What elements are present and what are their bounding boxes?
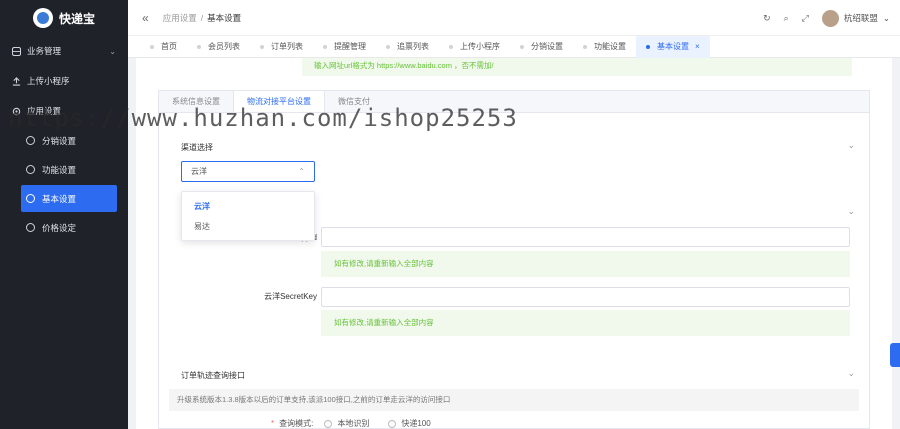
tab-tracking[interactable]: 追票列表	[376, 36, 439, 58]
search-icon[interactable]: ⌕	[784, 13, 789, 24]
chevron-down-icon[interactable]: ⌄	[847, 206, 855, 217]
chevron-down-icon: ⌄	[882, 12, 890, 23]
user-menu[interactable]: 杭绍联盟 ⌄	[821, 9, 890, 27]
radio-local-label[interactable]: 本地识别	[337, 418, 369, 429]
secretkey-hint: 如有修改,请重新输入全部内容	[321, 310, 850, 336]
appid-input[interactable]	[321, 227, 850, 247]
channel-option-yida[interactable]: 易达	[182, 217, 314, 237]
tab-reminders[interactable]: 提醒管理	[313, 36, 376, 58]
circle-gear-icon	[26, 223, 35, 232]
tab-wechat-pay[interactable]: 微信支付	[325, 91, 383, 112]
sidebar-item-label: 应用设置	[27, 106, 62, 116]
close-icon[interactable]: ×	[695, 42, 700, 51]
circle-gear-icon	[26, 136, 35, 145]
logo-icon	[33, 8, 53, 28]
page-tabs: 首页 会员列表 订单列表 提醒管理 追票列表 上传小程序 分销设置 功能设置 基…	[128, 35, 900, 58]
app-name: 快递宝	[59, 11, 96, 26]
sidebar-item-business[interactable]: 业务管理 ⌄	[0, 36, 128, 66]
secretkey-input[interactable]	[321, 287, 850, 307]
sidebar-item-upload[interactable]: 上传小程序	[0, 66, 128, 96]
fullscreen-icon[interactable]: ⤢	[802, 13, 809, 24]
tab-logistics-platform[interactable]: 物流对接平台设置	[233, 91, 325, 112]
query-tip: 升级系统版本1.3.8版本以后的订单支持,该派100接口,之前的订单走云洋的访问…	[169, 389, 859, 411]
channel-section-title: 渠道选择	[181, 143, 213, 152]
tab-distribution[interactable]: 分销设置	[510, 36, 573, 58]
query-mode-row: * 查询模式: 本地识别 快递100	[271, 418, 431, 429]
tab-home[interactable]: 首页	[140, 36, 187, 58]
url-tip: 输入网址url格式为 https://www.baidu.com ，否不需加/	[302, 58, 852, 76]
channel-select[interactable]: 云洋 ⌃	[181, 161, 315, 182]
breadcrumb-current: 基本设置	[207, 12, 242, 23]
sidebar-item-label: 价格设定	[42, 222, 77, 233]
sidebar-item-features[interactable]: 功能设置	[0, 155, 117, 184]
tab-basic-settings[interactable]: 基本设置 ×	[636, 35, 710, 58]
channel-select-value: 云洋	[191, 167, 207, 176]
sidebar-item-pricing[interactable]: 价格设定	[0, 213, 117, 242]
floating-side-button[interactable]	[890, 343, 900, 367]
breadcrumb: 应用设置 / 基本设置	[162, 12, 242, 23]
chevron-up-icon: ⌃	[298, 167, 305, 176]
radio-local[interactable]	[324, 419, 333, 428]
collapse-menu-icon[interactable]: «	[142, 11, 149, 25]
sidebar-item-basic[interactable]: 基本设置	[21, 185, 117, 212]
query-section-title: 订单轨迹查询接口	[181, 371, 245, 380]
radio-kuaidi100-label[interactable]: 快递100	[401, 418, 430, 429]
tab-system-info[interactable]: 系统信息设置	[159, 91, 233, 112]
sidebar-item-label: 基本设置	[42, 193, 77, 204]
gear-icon	[12, 107, 21, 115]
sidebar-item-label: 分销设置	[42, 135, 77, 146]
query-mode-label: 查询模式:	[279, 419, 314, 428]
sidebar-item-label: 上传小程序	[27, 76, 70, 86]
card-tabs: 系统信息设置 物流对接平台设置 微信支付	[159, 91, 869, 113]
appid-hint: 如有修改,请重新输入全部内容	[321, 251, 850, 277]
sidebar-item-app-settings[interactable]: 应用设置	[0, 96, 128, 126]
tab-features[interactable]: 功能设置	[573, 36, 636, 58]
app-logo: 快递宝	[0, 0, 128, 36]
settings-card: 系统信息设置 物流对接平台设置 微信支付 渠道选择 ⌄ 云洋 ⌃ 云洋 易达 ⌄…	[158, 90, 870, 429]
content-panel: 输入网址url格式为 https://www.baidu.com ，否不需加/ …	[136, 58, 892, 429]
sidebar-item-label: 业务管理	[27, 46, 62, 56]
tab-orders[interactable]: 订单列表	[250, 36, 313, 58]
chevron-down-icon[interactable]: ⌄	[847, 368, 855, 379]
sidebar-item-label: 功能设置	[42, 164, 77, 175]
channel-option-yunyang[interactable]: 云洋	[182, 197, 314, 217]
sidebar: 快递宝 业务管理 ⌄ 上传小程序 应用设置 分销设置 功能设置 基本设置 价格设…	[0, 0, 128, 429]
sidebar-item-distribution[interactable]: 分销设置	[0, 126, 117, 155]
avatar	[821, 9, 839, 27]
tab-upload[interactable]: 上传小程序	[439, 36, 510, 58]
refresh-icon[interactable]: ↻	[763, 13, 771, 24]
chevron-down-icon: ⌄	[109, 46, 116, 56]
tab-members[interactable]: 会员列表	[187, 36, 250, 58]
secretkey-label: 云洋SecretKey	[264, 292, 317, 301]
circle-gear-icon	[26, 165, 35, 174]
grid-icon	[12, 46, 21, 56]
circle-gear-icon	[26, 194, 35, 203]
radio-kuaidi100[interactable]	[388, 419, 397, 428]
breadcrumb-item[interactable]: 应用设置	[163, 13, 197, 23]
upload-icon	[12, 76, 21, 86]
top-header: « 应用设置 / 基本设置 ↻ ⌕ ⤢ 杭绍联盟 ⌄	[128, 0, 900, 36]
chevron-down-icon[interactable]: ⌄	[847, 140, 855, 151]
channel-dropdown: 云洋 易达	[181, 191, 315, 241]
user-name: 杭绍联盟	[843, 13, 878, 23]
